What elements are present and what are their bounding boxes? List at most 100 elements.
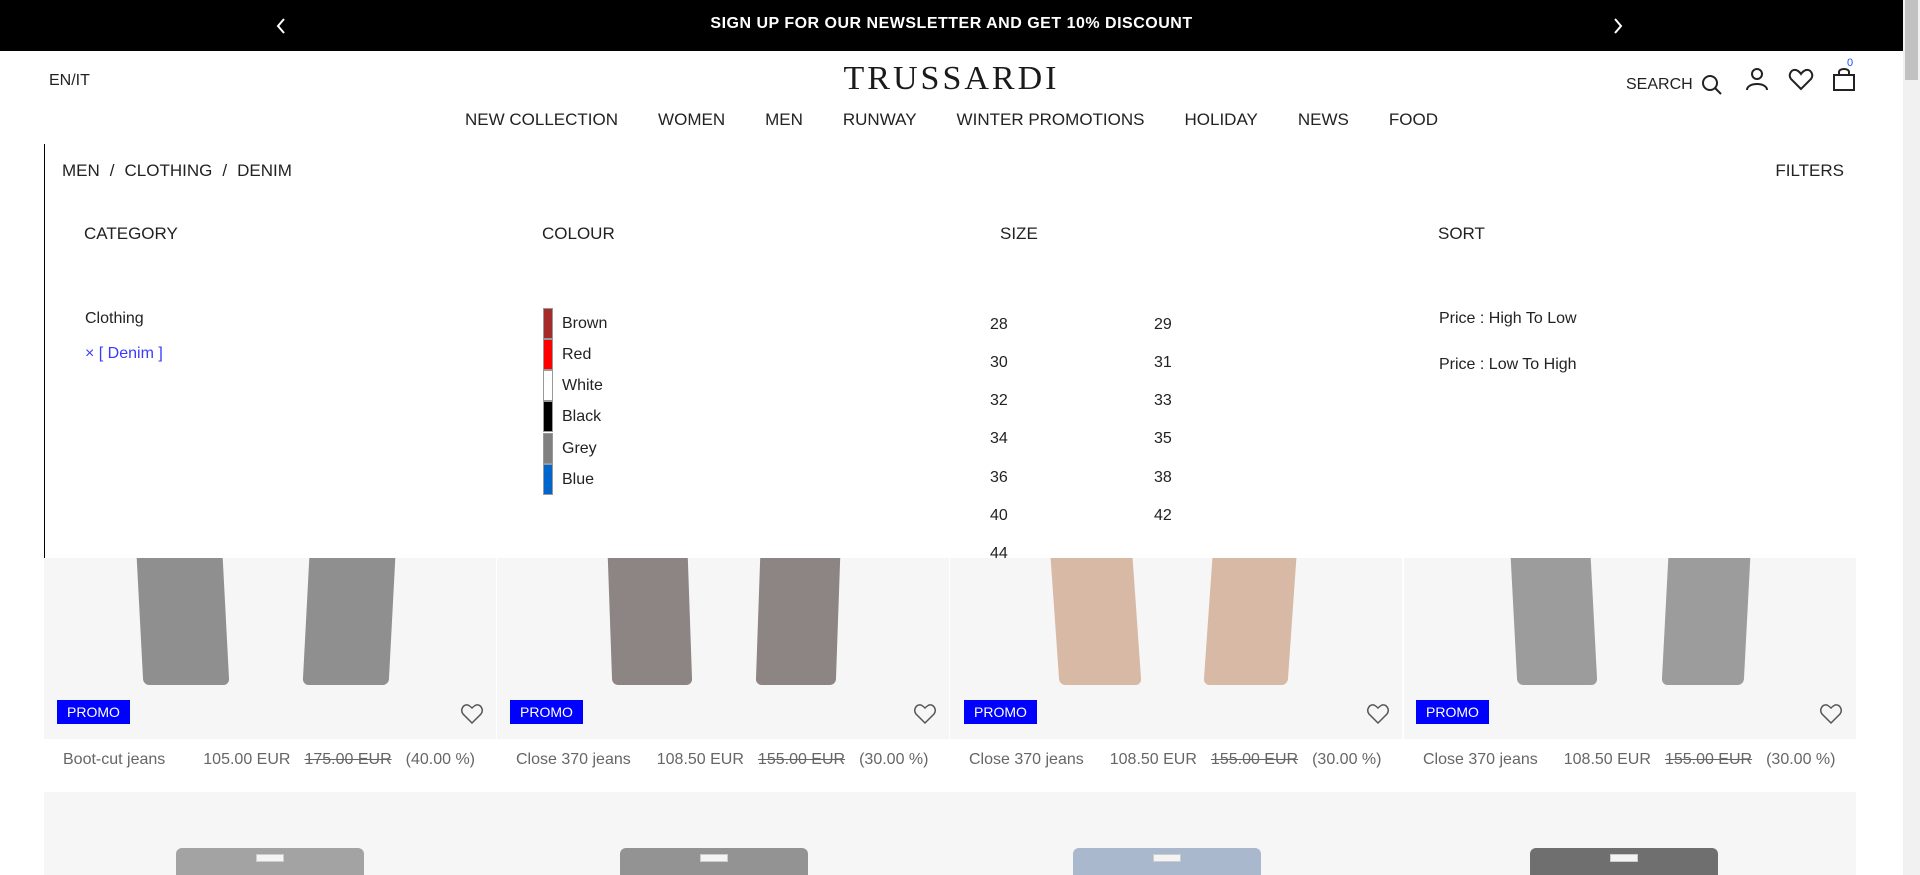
sort-price-high-to-low[interactable]: Price : High To Low bbox=[1439, 310, 1577, 328]
banner-next-arrow-icon[interactable] bbox=[1611, 16, 1625, 36]
size-option[interactable]: 28 bbox=[990, 316, 1008, 334]
add-to-wishlist-heart-icon[interactable] bbox=[460, 703, 484, 725]
colour-option-grey[interactable]: Grey bbox=[543, 433, 597, 464]
category-clothing[interactable]: Clothing bbox=[85, 310, 144, 328]
colour-swatch bbox=[543, 464, 553, 495]
nav-news[interactable]: NEWS bbox=[1298, 110, 1349, 130]
product-info[interactable]: Close 370 jeans 108.50 EUR 155.00 EUR (3… bbox=[1423, 751, 1835, 769]
promo-badge: PROMO bbox=[510, 700, 583, 724]
size-option[interactable]: 40 bbox=[990, 507, 1008, 525]
account-icon[interactable] bbox=[1744, 66, 1770, 92]
product-price: 108.50 EUR bbox=[656, 751, 744, 768]
size-option[interactable]: 36 bbox=[990, 469, 1008, 487]
product-name[interactable]: Close 370 jeans bbox=[969, 751, 1084, 769]
size-option[interactable]: 30 bbox=[990, 354, 1008, 372]
colour-swatch bbox=[543, 401, 553, 432]
search-icon bbox=[1701, 75, 1722, 95]
product-name[interactable]: Close 370 jeans bbox=[1423, 751, 1538, 769]
colour-swatch bbox=[543, 433, 553, 464]
jeans-label-tag bbox=[1153, 854, 1181, 862]
product-discount: (30.00 %) bbox=[859, 751, 929, 768]
jeans-leg bbox=[1661, 557, 1751, 685]
product-image[interactable] bbox=[620, 848, 808, 875]
product-old-price: 155.00 EUR bbox=[1664, 751, 1753, 768]
colour-swatch bbox=[543, 308, 553, 339]
breadcrumb: MEN / CLOTHING / DENIM bbox=[62, 161, 292, 181]
jeans-leg bbox=[302, 557, 396, 685]
promo-badge: PROMO bbox=[57, 700, 130, 724]
colour-title: COLOUR bbox=[542, 224, 615, 243]
product-price: 108.50 EUR bbox=[1109, 751, 1197, 768]
jeans-label-tag bbox=[1610, 854, 1638, 862]
nav-winter-promotions[interactable]: WINTER PROMOTIONS bbox=[957, 110, 1145, 130]
filters-toggle-button[interactable]: FILTERS bbox=[1775, 161, 1844, 181]
jeans-leg bbox=[1203, 557, 1297, 685]
colour-option-brown[interactable]: Brown bbox=[543, 308, 607, 339]
colour-option-blue[interactable]: Blue bbox=[543, 464, 594, 495]
product-price: 108.50 EUR bbox=[1563, 751, 1651, 768]
colour-option-white[interactable]: White bbox=[543, 370, 603, 401]
product-image[interactable] bbox=[176, 848, 364, 875]
size-option[interactable]: 29 bbox=[1154, 316, 1172, 334]
product-discount: (30.00 %) bbox=[1312, 751, 1382, 768]
nav-women[interactable]: WOMEN bbox=[658, 110, 725, 130]
product-info[interactable]: Boot-cut jeans 105.00 EUR 175.00 EUR (40… bbox=[63, 751, 475, 769]
nav-runway[interactable]: RUNWAY bbox=[843, 110, 917, 130]
add-to-wishlist-heart-icon[interactable] bbox=[1366, 703, 1390, 725]
breadcrumb-separator: / bbox=[109, 161, 115, 180]
nav-new-collection[interactable]: NEW COLLECTION bbox=[465, 110, 618, 130]
newsletter-banner: SIGN UP FOR OUR NEWSLETTER AND GET 10% D… bbox=[0, 0, 1903, 51]
brand-logo[interactable]: TRUSSARDI bbox=[0, 60, 1903, 98]
nav-men[interactable]: MEN bbox=[765, 110, 803, 130]
sort-price-low-to-high[interactable]: Price : Low To High bbox=[1439, 356, 1577, 374]
size-option[interactable]: 38 bbox=[1154, 469, 1172, 487]
colour-label: Brown bbox=[562, 314, 608, 332]
colour-swatch bbox=[543, 370, 553, 401]
size-option[interactable]: 33 bbox=[1154, 392, 1172, 410]
promo-badge: PROMO bbox=[964, 700, 1037, 724]
product-old-price: 155.00 EUR bbox=[1210, 751, 1299, 768]
search-button[interactable]: SEARCH bbox=[1626, 74, 1723, 96]
colour-label: Black bbox=[562, 407, 602, 425]
breadcrumb-denim[interactable]: DENIM bbox=[237, 161, 292, 181]
colour-option-black[interactable]: Black bbox=[543, 401, 601, 432]
product-image[interactable] bbox=[1073, 848, 1261, 875]
sort-title: SORT bbox=[1438, 224, 1485, 243]
size-option[interactable]: 31 bbox=[1154, 354, 1172, 372]
category-denim-selected[interactable]: × [ Denim ] bbox=[85, 345, 163, 363]
jeans-leg bbox=[607, 557, 693, 685]
size-option[interactable]: 42 bbox=[1154, 507, 1172, 525]
nav-food[interactable]: FOOD bbox=[1389, 110, 1438, 130]
breadcrumb-separator: / bbox=[222, 161, 228, 180]
size-option[interactable]: 34 bbox=[990, 430, 1008, 448]
cart-bag-icon[interactable] bbox=[1831, 66, 1857, 92]
promo-badge: PROMO bbox=[1416, 700, 1489, 724]
breadcrumb-clothing[interactable]: CLOTHING bbox=[125, 161, 213, 181]
breadcrumb-men[interactable]: MEN bbox=[62, 161, 100, 181]
size-option[interactable]: 32 bbox=[990, 392, 1008, 410]
jeans-label-tag bbox=[256, 854, 284, 862]
add-to-wishlist-heart-icon[interactable] bbox=[913, 703, 937, 725]
add-to-wishlist-heart-icon[interactable] bbox=[1819, 703, 1843, 725]
wishlist-heart-icon[interactable] bbox=[1788, 66, 1814, 92]
search-label: SEARCH bbox=[1626, 76, 1693, 93]
nav-holiday[interactable]: HOLIDAY bbox=[1185, 110, 1258, 130]
product-name[interactable]: Boot-cut jeans bbox=[63, 751, 165, 769]
product-info[interactable]: Close 370 jeans 108.50 EUR 155.00 EUR (3… bbox=[516, 751, 928, 769]
filter-panel: MEN / CLOTHING / DENIM FILTERS CATEGORY … bbox=[44, 144, 1856, 558]
page-scrollbar[interactable] bbox=[1903, 0, 1920, 875]
size-option[interactable]: 35 bbox=[1154, 430, 1172, 448]
colour-option-red[interactable]: Red bbox=[543, 339, 591, 370]
colour-label: Blue bbox=[562, 470, 595, 488]
product-info[interactable]: Close 370 jeans 108.50 EUR 155.00 EUR (3… bbox=[969, 751, 1381, 769]
product-image[interactable] bbox=[1530, 848, 1718, 875]
colour-swatch bbox=[543, 339, 553, 370]
jeans-leg bbox=[136, 557, 230, 685]
product-name[interactable]: Close 370 jeans bbox=[516, 751, 631, 769]
category-title: CATEGORY bbox=[84, 224, 178, 243]
size-option[interactable]: 44 bbox=[990, 545, 1008, 558]
jeans-leg bbox=[755, 557, 841, 685]
jeans-leg bbox=[1510, 557, 1598, 685]
jeans-leg bbox=[1050, 557, 1142, 685]
scrollbar-thumb[interactable] bbox=[1905, 0, 1918, 80]
